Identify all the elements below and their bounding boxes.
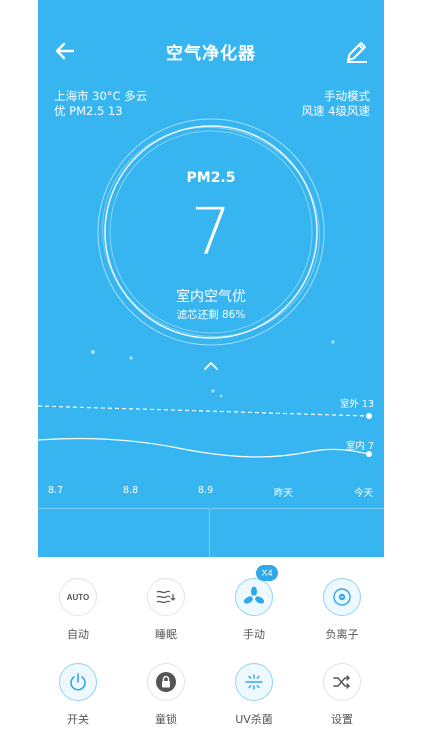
indoor-label: 室内 7 bbox=[345, 441, 374, 452]
auto-label: 自动 bbox=[67, 628, 89, 641]
anion-label: 负离子 bbox=[325, 628, 359, 641]
auto-icon: AUTO bbox=[59, 578, 97, 616]
indoor-line bbox=[38, 437, 370, 458]
power-button[interactable]: 开关 bbox=[38, 663, 118, 727]
uv-icon bbox=[235, 663, 273, 701]
anion-icon bbox=[323, 578, 361, 616]
settings-label: 设置 bbox=[331, 713, 353, 726]
manual-button[interactable]: X4 手动 bbox=[214, 565, 294, 642]
power-icon bbox=[59, 663, 97, 701]
child-lock-button[interactable]: 童锁 bbox=[126, 663, 206, 727]
settings-button[interactable]: 设置 bbox=[302, 663, 382, 727]
anion-button[interactable]: 负离子 bbox=[302, 578, 382, 642]
speed-badge: X4 bbox=[256, 565, 278, 581]
x-tick: 昨天 bbox=[274, 488, 294, 499]
uv-label: UV杀菌 bbox=[235, 713, 273, 726]
shuffle-icon bbox=[323, 663, 361, 701]
fan-icon: X4 bbox=[235, 565, 278, 616]
x-tick: 8.8 bbox=[123, 485, 139, 496]
outdoor-label: 室外 13 bbox=[339, 399, 374, 410]
trend-chart bbox=[38, 405, 372, 458]
info-tile-left[interactable] bbox=[38, 508, 210, 557]
lock-icon bbox=[147, 663, 185, 701]
power-label: 开关 bbox=[67, 713, 89, 726]
manual-label: 手动 bbox=[243, 628, 265, 641]
child-lock-label: 童锁 bbox=[155, 713, 177, 726]
sleep-label: 睡眠 bbox=[155, 628, 177, 641]
sleep-button[interactable]: 睡眠 bbox=[126, 578, 206, 642]
outdoor-line bbox=[38, 405, 370, 417]
x-tick: 8.9 bbox=[198, 485, 214, 496]
x-tick: 8.7 bbox=[48, 485, 64, 496]
uv-button[interactable]: UV杀菌 bbox=[214, 663, 294, 727]
info-tile-right[interactable] bbox=[211, 508, 384, 557]
status-panel: 空气净化器 上海市 30°C 多云 优 PM2.5 13 手动模式 风速 4级风… bbox=[38, 0, 384, 557]
outdoor-point bbox=[366, 413, 372, 419]
x-tick: 今天 bbox=[354, 488, 374, 499]
auto-button[interactable]: AUTO 自动 bbox=[38, 578, 118, 642]
sleep-icon bbox=[147, 578, 185, 616]
